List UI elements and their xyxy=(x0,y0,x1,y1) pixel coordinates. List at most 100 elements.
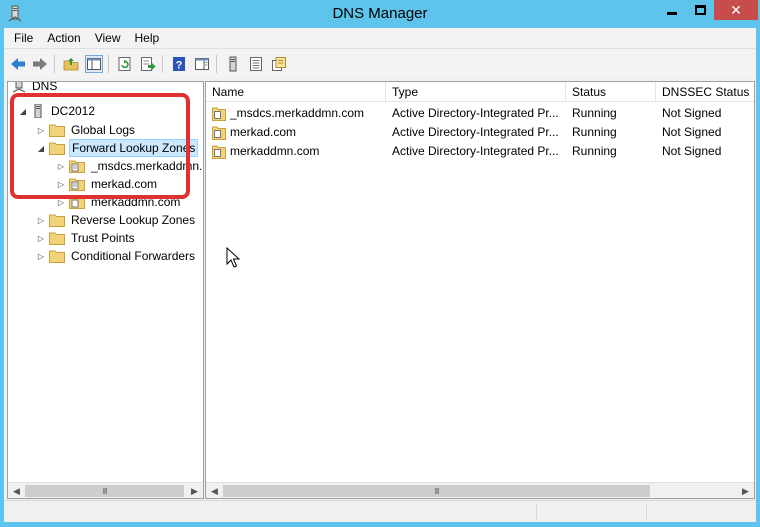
collapse-arrow-icon[interactable]: ◢ xyxy=(18,102,28,120)
tree-label-forward-lookup-zones: Forward Lookup Zones xyxy=(69,139,199,157)
maximize-icon xyxy=(694,5,706,15)
list-row[interactable]: _msdcs.merkaddmn.com Active Directory-In… xyxy=(206,104,754,123)
scroll-left-arrow-icon[interactable]: ◀ xyxy=(8,483,25,498)
expand-arrow-icon[interactable]: ▷ xyxy=(56,193,66,211)
scroll-right-arrow-icon[interactable]: ▶ xyxy=(186,483,203,498)
list-view-button[interactable] xyxy=(247,55,265,73)
toolbar-separator xyxy=(108,55,109,73)
cell-dnssec-status: Not Signed xyxy=(662,106,722,120)
tree-item-zone-merkad[interactable]: ▷ merkad.com xyxy=(56,175,159,193)
cell-type: Active Directory-Integrated Pr... xyxy=(392,125,559,139)
cell-status: Running xyxy=(572,144,617,158)
scroll-right-arrow-icon[interactable]: ▶ xyxy=(737,483,754,498)
menu-bar: File Action View Help xyxy=(4,28,756,48)
show-hide-console-tree-button[interactable] xyxy=(85,55,103,73)
list-header: Name Type Status DNSSEC Status xyxy=(206,82,754,102)
tree-label-zone-msdcs: _msdcs.merkaddmn.com xyxy=(91,159,203,173)
expand-arrow-icon[interactable]: ▷ xyxy=(56,175,66,193)
toolbar-separator xyxy=(54,55,55,73)
server-icon xyxy=(34,104,42,118)
column-header-type[interactable]: Type xyxy=(386,82,566,102)
expand-arrow-icon[interactable]: ▷ xyxy=(36,247,46,265)
tree-label-trust-points: Trust Points xyxy=(71,231,135,245)
cell-name: merkaddmn.com xyxy=(230,144,320,158)
tree-item-zone-msdcs[interactable]: ▷ _msdcs.merkaddmn.com xyxy=(56,157,203,175)
expand-arrow-icon[interactable]: ▷ xyxy=(36,211,46,229)
show-hide-action-pane-button[interactable] xyxy=(193,55,211,73)
tree-item-global-logs[interactable]: ▷ Global Logs xyxy=(36,121,137,139)
tree-label-dc2012: DC2012 xyxy=(51,104,96,118)
cell-status: Running xyxy=(572,125,617,139)
folder-open-icon xyxy=(49,142,65,155)
scroll-thumb[interactable]: III xyxy=(223,485,650,497)
zone-list: Name Type Status DNSSEC Status _msdcs.me… xyxy=(205,81,755,499)
up-one-level-button[interactable] xyxy=(62,55,80,73)
back-button[interactable] xyxy=(9,55,27,73)
cell-name: merkad.com xyxy=(230,125,297,139)
list-row[interactable]: merkaddmn.com Active Directory-Integrate… xyxy=(206,142,754,161)
forward-button[interactable] xyxy=(31,55,49,73)
export-list-icon xyxy=(141,57,156,71)
scroll-thumb[interactable]: III xyxy=(25,485,184,497)
column-header-name[interactable]: Name xyxy=(206,82,386,102)
menu-help[interactable]: Help xyxy=(128,31,167,45)
expand-arrow-icon[interactable]: ▷ xyxy=(56,157,66,175)
folder-icon xyxy=(49,250,65,263)
close-button[interactable]: ✕ xyxy=(714,0,758,20)
server-button[interactable] xyxy=(224,55,242,73)
collapse-arrow-icon[interactable]: ◢ xyxy=(36,139,46,157)
window-title: DNS Manager xyxy=(332,5,428,22)
column-header-status[interactable]: Status xyxy=(566,82,656,102)
column-header-dnssec-status[interactable]: DNSSEC Status xyxy=(656,82,754,102)
client-area: DNS ◢ DC2012 ▷ Global Logs ◢ Forward Loo… xyxy=(4,78,756,500)
tree-item-conditional-forwarders[interactable]: ▷ Conditional Forwarders xyxy=(36,247,197,265)
cell-dnssec-status: Not Signed xyxy=(662,144,722,158)
properties-button[interactable] xyxy=(270,55,288,73)
mouse-cursor-icon xyxy=(226,247,240,268)
console-tree: DNS ◢ DC2012 ▷ Global Logs ◢ Forward Loo… xyxy=(7,81,204,499)
status-bar xyxy=(4,500,756,522)
refresh-icon xyxy=(118,57,131,71)
tree-item-forward-lookup-zones[interactable]: ◢ Forward Lookup Zones xyxy=(36,139,199,157)
tree-item-reverse-lookup-zones[interactable]: ▷ Reverse Lookup Zones xyxy=(36,211,197,229)
refresh-button[interactable] xyxy=(116,55,134,73)
tree-item-zone-merkaddmn[interactable]: ▷ merkaddmn.com xyxy=(56,193,182,211)
zone-icon xyxy=(212,107,226,121)
cell-type: Active Directory-Integrated Pr... xyxy=(392,144,559,158)
dns-icon xyxy=(12,82,26,93)
menu-action[interactable]: Action xyxy=(40,31,87,45)
export-list-button[interactable] xyxy=(139,55,157,73)
maximize-button[interactable] xyxy=(686,0,714,20)
cell-type: Active Directory-Integrated Pr... xyxy=(392,106,559,120)
minimize-icon xyxy=(667,11,677,15)
scroll-left-arrow-icon[interactable]: ◀ xyxy=(206,483,223,498)
help-button[interactable]: ? xyxy=(170,55,188,73)
zone-icon xyxy=(69,178,85,191)
close-icon: ✕ xyxy=(730,2,742,18)
list-horizontal-scrollbar[interactable]: ◀ III ▶ xyxy=(206,482,754,498)
tree-label-conditional-forwarders: Conditional Forwarders xyxy=(71,249,196,263)
expand-arrow-icon[interactable]: ▷ xyxy=(36,229,46,247)
action-pane-icon xyxy=(195,58,209,70)
minimize-button[interactable] xyxy=(658,0,686,20)
tree-item-trust-points[interactable]: ▷ Trust Points xyxy=(36,229,137,247)
tree-item-dns[interactable]: DNS xyxy=(12,81,59,95)
tree-horizontal-scrollbar[interactable]: ◀ III ▶ xyxy=(8,482,203,498)
menu-file[interactable]: File xyxy=(4,31,40,45)
server-icon xyxy=(229,56,237,72)
tree-item-dc2012[interactable]: ◢ DC2012 xyxy=(18,102,97,120)
expand-arrow-icon[interactable]: ▷ xyxy=(36,121,46,139)
status-pane xyxy=(646,504,756,520)
tree-label-global-logs: Global Logs xyxy=(71,123,136,137)
show-hide-console-tree-icon xyxy=(87,58,101,70)
folder-icon xyxy=(49,214,65,227)
back-arrow-icon xyxy=(11,58,25,70)
up-folder-icon xyxy=(63,58,79,71)
zone-icon xyxy=(212,145,226,159)
status-pane xyxy=(536,504,646,520)
list-row[interactable]: merkad.com Active Directory-Integrated P… xyxy=(206,123,754,142)
cell-dnssec-status: Not Signed xyxy=(662,125,722,139)
toolbar-separator xyxy=(162,55,163,73)
menu-view[interactable]: View xyxy=(88,31,128,45)
tree-label-dns: DNS xyxy=(32,81,58,93)
